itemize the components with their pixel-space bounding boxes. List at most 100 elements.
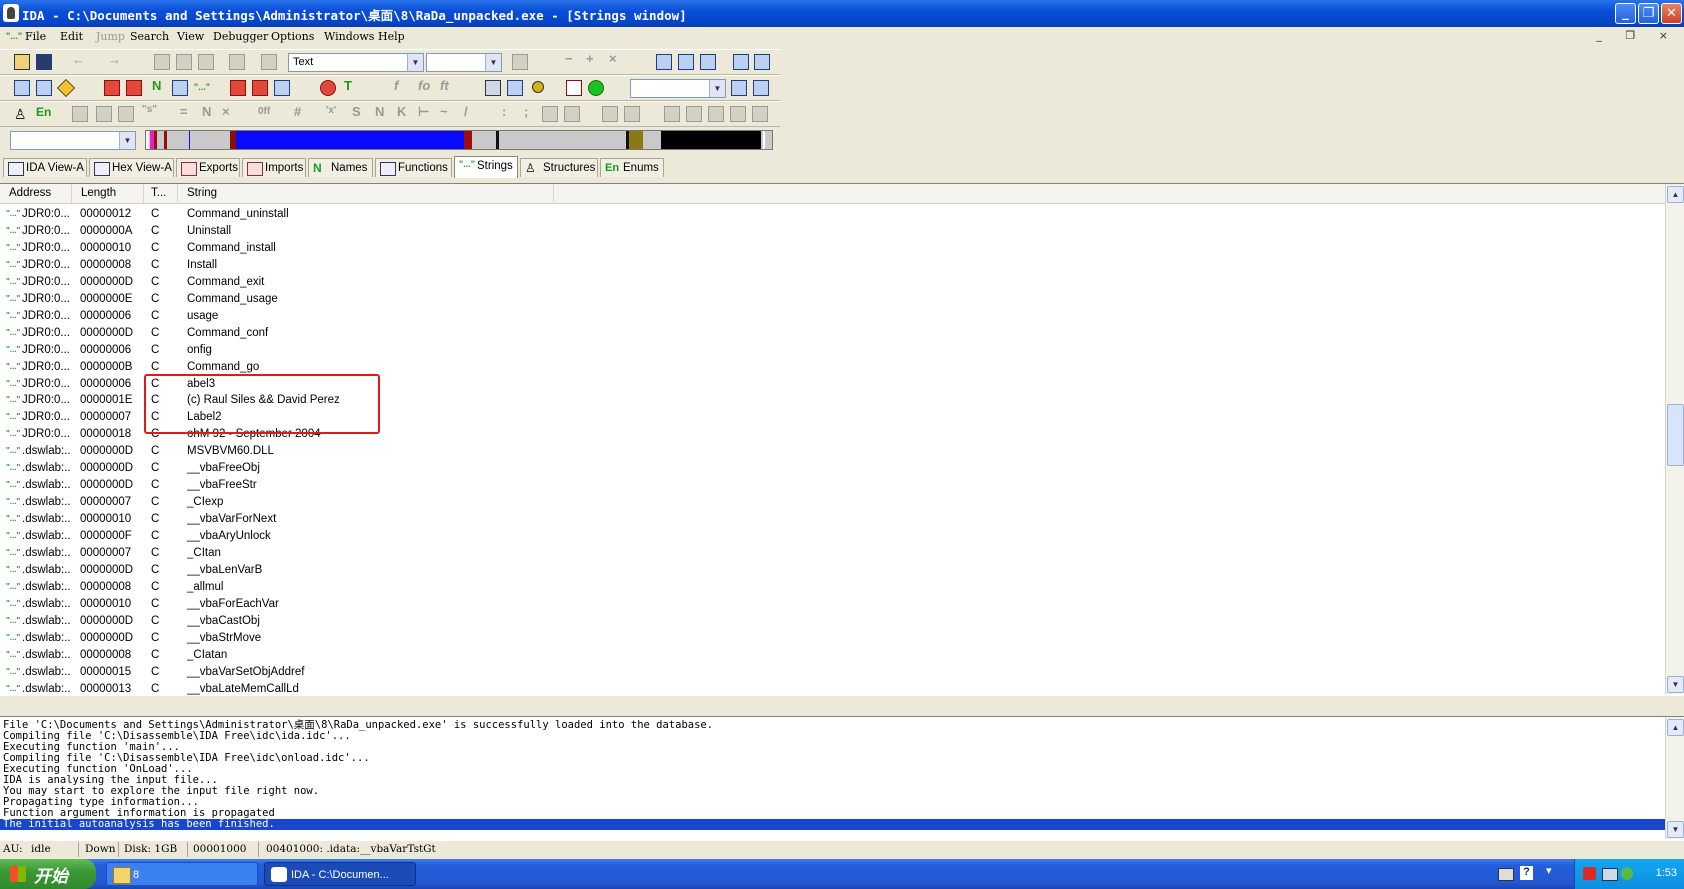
semicolon-icon[interactable]: ; [524,104,528,119]
xrefs-chart-icon[interactable] [624,106,640,122]
scroll-down-icon[interactable]: ▼ [1667,676,1684,693]
graph-2-icon[interactable] [686,106,702,122]
table-row[interactable]: "..." .dswlab:... 0000000D C MSVBVM60.DLL [0,443,1666,460]
tray-app-icon[interactable] [1621,867,1633,880]
tab-exports[interactable]: Exports [176,158,240,177]
tab-imports[interactable]: Imports [242,158,306,177]
second-combo[interactable]: ▼ [426,53,502,72]
pencil-icon[interactable] [512,54,528,70]
enum-en-icon[interactable]: En [36,105,51,119]
table-row[interactable]: "..." .dswlab:... 0000000F C __vbaAryUnlock [0,528,1666,545]
output-scrollbar[interactable]: ▲ ▼ [1665,717,1684,839]
data-bytes-icon[interactable] [96,106,112,122]
debugger-combo[interactable]: ▼ [630,79,726,98]
segment-k-icon[interactable]: K [397,104,406,119]
strings-list[interactable]: Address Length T... String "..." JDR0:0..… [0,183,1684,696]
segment-s-icon[interactable]: S [352,104,361,119]
table-row[interactable]: "..." JDR0:0... 00000012 C Command_uninstall [0,206,1666,223]
segments-icon[interactable] [507,80,523,96]
tab-structures[interactable]: ♙ Structures [520,158,598,177]
menu-options[interactable]: Options [271,30,314,43]
chevron-down-icon[interactable]: ▼ [119,132,135,149]
table-row[interactable]: "..." .dswlab:... 00000008 C _CIatan [0,647,1666,664]
char-icon[interactable]: 'x' [326,105,336,116]
network-icon[interactable] [1602,868,1618,881]
table-row[interactable]: "..." .dswlab:... 00000015 C __vbaVarSetObjA… [0,664,1666,681]
pen-icon[interactable]: / [464,104,468,119]
structure-man-icon[interactable]: ♙ [14,106,30,122]
tab-enums[interactable]: En Enums [600,158,664,177]
chevron-down-icon[interactable]: ▼ [407,54,423,71]
forward-arrow-icon[interactable]: → [108,52,121,67]
table-row[interactable]: "..." .dswlab:... 0000000D C __vbaStrMove [0,630,1666,647]
code-icon[interactable] [104,80,120,96]
function-icon[interactable]: f [394,78,398,93]
table-row[interactable]: "..." JDR0:0... 0000000E C Command_usage [0,291,1666,308]
menu-view[interactable]: View [177,30,204,43]
table-row[interactable]: "..." JDR0:0... 0000000B C Command_go [0,359,1666,376]
search-next-icon[interactable] [176,54,192,70]
comment-icon[interactable] [542,106,558,122]
menu-search[interactable]: Search [130,30,169,43]
offset-icon[interactable]: 0ff [258,106,270,117]
rename-icon[interactable] [172,80,188,96]
tilde-icon[interactable]: ~ [440,104,448,119]
start-button[interactable]: 开始 [0,859,96,889]
scroll-thumb[interactable] [1667,404,1684,466]
column-header-type[interactable]: T... [144,184,178,203]
table-row[interactable]: "..." .dswlab:... 00000008 C _allmul [0,579,1666,596]
number-icon[interactable]: # [294,104,301,119]
text-view-icon[interactable] [754,54,770,70]
flow-chart-icon[interactable] [602,106,618,122]
security-shield-icon[interactable] [1583,867,1596,880]
mode-combo[interactable]: Text ▼ [288,53,424,72]
search-binary-icon[interactable] [229,54,245,70]
enum-icon[interactable] [274,80,290,96]
cross-icon[interactable]: × [609,51,617,66]
minus-icon[interactable]: − [565,51,573,66]
graph-view-icon[interactable] [733,54,749,70]
switch-icon[interactable]: ⊢ [418,104,429,120]
output-window[interactable]: File 'C:\Documents and Settings\Administ… [0,716,1684,842]
keyboard-icon[interactable] [1498,868,1514,881]
table-row[interactable]: "..." .dswlab:... 0000000D C __vbaFreeObj [0,460,1666,477]
binoculars-icon[interactable] [154,54,170,70]
scroll-down-icon[interactable]: ▼ [1667,821,1684,838]
tab-ida-view-a[interactable]: IDA View-A [3,158,87,177]
save-icon[interactable] [36,54,52,70]
output-line[interactable]: The initial autoanalysis has been finish… [0,819,1668,830]
undefine-icon[interactable]: × [222,104,230,119]
type-t-icon[interactable]: T [344,78,352,93]
table-row[interactable]: "..." JDR0:0... 00000006 Cusage [0,308,1666,325]
script-command-icon[interactable] [36,80,52,96]
attach-process-icon[interactable] [731,80,747,96]
menu-help[interactable]: Help [378,30,405,43]
column-header-length[interactable]: Length [72,184,144,203]
table-row[interactable]: "..." .dswlab:... 0000000D C __vbaCastObj [0,613,1666,630]
chevron-down-icon[interactable]: ▼ [709,80,725,97]
tab-functions[interactable]: Functions [375,158,452,177]
title-bar[interactable]: IDA - C:\Documents and Settings\Administ… [0,0,1684,27]
equals-icon[interactable]: = [180,104,188,119]
tab-hex-view-a[interactable]: Hex View-A [89,158,174,177]
report-icon[interactable] [566,80,582,96]
menu-file[interactable]: File [25,30,46,43]
vertical-scrollbar[interactable]: ▲ ▼ [1665,184,1684,694]
data-icon[interactable] [126,80,142,96]
gear-icon[interactable] [532,81,544,93]
table-row[interactable]: "..." .dswlab:... 00000013 C __vbaLateMemCal… [0,681,1666,698]
name-n-icon[interactable]: N [152,78,161,93]
table-row[interactable]: "..." JDR0:0... 00000008 C Install [0,257,1666,274]
taskbar-item-ida[interactable]: IDA - C:\Documen... [264,862,416,886]
table-row[interactable]: "..." JDR0:0... 0000000D C Command_conf [0,325,1666,342]
table-row[interactable]: "..." .dswlab:... 0000000D C __vbaLenVarB [0,562,1666,579]
tab-names[interactable]: N Names [308,158,373,177]
calculator-icon[interactable] [485,80,501,96]
run-green-icon[interactable] [588,80,604,96]
breakpoint-icon[interactable] [320,80,336,96]
detach-process-icon[interactable] [753,80,769,96]
code-bytes-icon[interactable] [72,106,88,122]
table-row[interactable]: "..." .dswlab:... 0000000D C __vbaFreeStr [0,477,1666,494]
window-layout-1-icon[interactable] [656,54,672,70]
graph-1-icon[interactable] [664,106,680,122]
